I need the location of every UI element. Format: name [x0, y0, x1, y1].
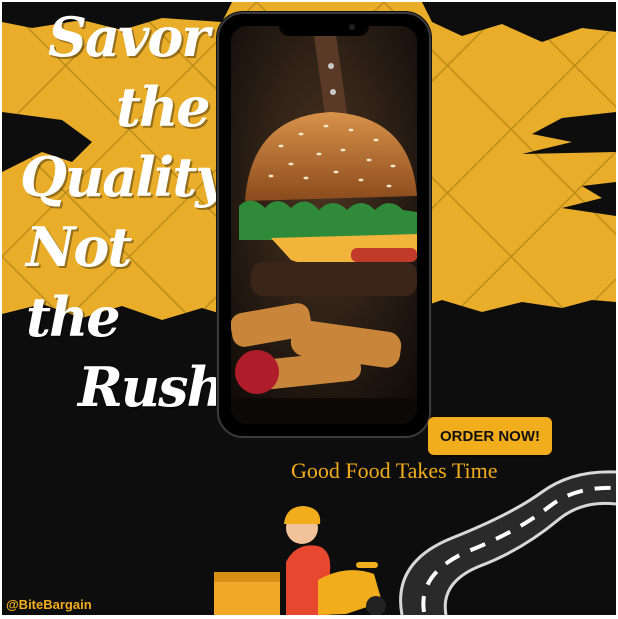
phone-mockup	[217, 12, 431, 438]
social-handle: @BiteBargain	[6, 597, 92, 612]
phone-notch	[279, 22, 369, 36]
delivery-scooter-rider-icon	[214, 506, 386, 615]
phone-screen	[231, 26, 417, 424]
headline: Savor the Quality, Not the Rush	[6, 2, 238, 422]
poster: Savor the Quality, Not the Rush ORDER NO…	[2, 2, 616, 615]
headline-line: Quality,	[20, 145, 238, 209]
headline-line: Savor	[48, 5, 210, 69]
headline-line: the	[116, 75, 211, 139]
camera-icon	[349, 24, 355, 30]
burger-photo-icon	[231, 26, 417, 424]
headline-line: Not the	[26, 215, 132, 349]
headline-line: Rush	[78, 355, 226, 419]
